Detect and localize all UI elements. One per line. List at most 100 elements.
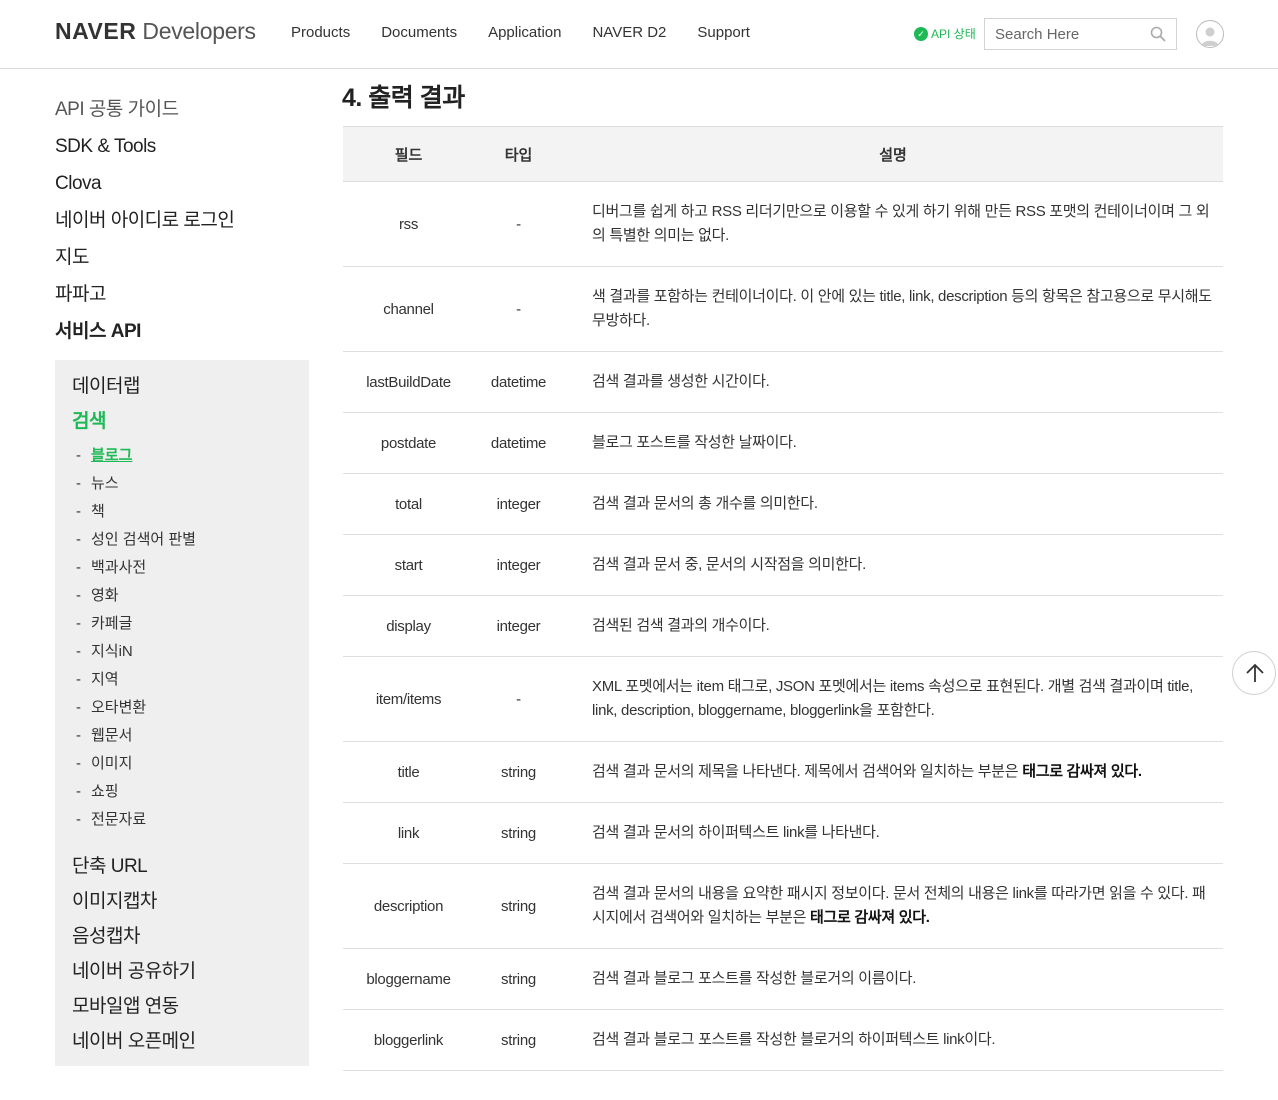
table-row: display integer 검색된 검색 결과의 개수이다. [343,595,1223,657]
service-api-submenu: 데이터랩 검색 - 블로그 - 뉴스 -책 - 성인 검색어 판별 - 백과사전 - 영화… [55,360,309,1066]
cell-type: string [474,802,563,864]
sidebar-item-voice-captcha[interactable]: 음성캡차 [72,921,140,948]
cell-field: bloggername [343,948,474,1010]
nav-documents[interactable]: Documents [381,24,457,41]
cell-type: string [474,863,563,949]
nav-naver-d2[interactable]: NAVER D2 [592,24,666,41]
nav-support[interactable]: Support [697,24,750,41]
table-row: channel - 색 결과를 포함하는 컨테이너이다. 이 안에 있는 tit… [343,266,1223,352]
cell-desc: 검색 결과 블로그 포스트를 작성한 블로거의 이름이다. [563,948,1223,1010]
cell-desc: 검색 결과 블로그 포스트를 작성한 블로거의 하이퍼텍스트 link이다. [563,1009,1223,1071]
sidebar-subitem-adult-check[interactable]: - 성인 검색어 판별 [76,528,196,549]
cell-desc: XML 포멧에서는 item 태그로, JSON 포멧에서는 items 속성으… [563,656,1223,742]
cell-type: integer [474,595,563,657]
cell-field: item/items [343,656,474,742]
cell-desc: 블로그 포스트를 작성한 날짜이다. [563,412,1223,474]
logo-brand: NAVER [55,18,137,44]
table-row: title string 검색 결과 문서의 제목을 나타낸다. 제목에서 검색… [343,741,1223,803]
desc-text: 블로그 포스트를 작성한 날짜이다. [592,434,797,451]
sidebar-item-papago[interactable]: 파파고 [55,281,309,318]
cell-type: - [474,181,563,267]
sidebar-subitem-label: 쇼핑 [91,783,119,800]
user-avatar-icon[interactable] [1196,20,1224,48]
table-row: bloggername string 검색 결과 블로그 포스트를 작성한 블로… [343,948,1223,1010]
sidebar-item-short-url[interactable]: 단축 URL [72,851,148,878]
table-row: rss - 디버그를 쉽게 하고 RSS 리더기만으로 이용할 수 있게 하기 … [343,181,1223,267]
column-header-field: 필드 [343,126,474,182]
sidebar-subitem-news[interactable]: - 뉴스 [76,472,119,493]
logo-sub: Developers [142,18,256,44]
sidebar-subitem-blog[interactable]: - 블로그 [76,444,132,465]
sidebar-subitem-movie[interactable]: - 영화 [76,584,119,605]
nav-application[interactable]: Application [488,24,561,41]
cell-type: string [474,1009,563,1071]
cell-field: start [343,534,474,596]
sidebar-item-sdk-tools[interactable]: SDK & Tools [55,133,309,170]
cell-field: title [343,741,474,803]
desc-text: 색 결과를 포함하는 컨테이너이다. 이 안에 있는 title, link, … [592,288,1212,329]
sidebar-item-search[interactable]: 검색 [72,406,106,433]
cell-field: channel [343,266,474,352]
main-nav: Products Documents Application NAVER D2 … [291,24,781,41]
section-title: 4. 출력 결과 [342,84,465,112]
sidebar: API 공통 가이드 SDK & Tools Clova 네이버 아이디로 로그… [55,96,309,1066]
table-row: start integer 검색 결과 문서 중, 문서의 시작점을 의미한다. [343,534,1223,596]
desc-text: 검색 결과를 생성한 시간이다. [592,373,770,390]
sidebar-item-clova[interactable]: Clova [55,170,309,207]
column-header-type: 타입 [474,126,563,182]
desc-text: 검색 결과 문서의 총 개수를 의미한다. [592,495,818,512]
output-table: 필드 타입 설명 rss - 디버그를 쉽게 하고 RSS 리더기만으로 이용할… [343,126,1223,1071]
api-status-link[interactable]: ✓ API 상태 [914,25,976,42]
scroll-to-top-button[interactable] [1232,651,1276,695]
sidebar-subitem-cafe[interactable]: - 카페글 [76,612,132,633]
table-row: postdate datetime 블로그 포스트를 작성한 날짜이다. [343,412,1223,474]
search-input[interactable] [995,24,1145,44]
cell-desc: 색 결과를 포함하는 컨테이너이다. 이 안에 있는 title, link, … [563,266,1223,352]
sidebar-subitem-kin[interactable]: - 지식iN [76,640,133,661]
sidebar-item-map[interactable]: 지도 [55,244,309,281]
sidebar-subitem-label: 전문자료 [91,811,147,828]
cell-type: string [474,948,563,1010]
sidebar-subitem-book[interactable]: -책 [76,500,105,521]
sidebar-subitem-web[interactable]: - 웹문서 [76,724,132,745]
sidebar-item-open-main[interactable]: 네이버 오픈메인 [72,1026,196,1053]
cell-type: integer [474,473,563,535]
cell-desc: 검색된 검색 결과의 개수이다. [563,595,1223,657]
sidebar-item-image-captcha[interactable]: 이미지캡차 [72,886,157,913]
sidebar-subitem-label: 이미지 [91,755,133,772]
cell-field: bloggerlink [343,1009,474,1071]
nav-products[interactable]: Products [291,24,350,41]
table-row: bloggerlink string 검색 결과 블로그 포스트를 작성한 블로… [343,1009,1223,1071]
sidebar-subitem-label: 지역 [91,671,119,688]
sidebar-item-service-api[interactable]: 서비스 API [55,318,309,355]
cell-type: string [474,741,563,803]
sidebar-subitem-encyclopedia[interactable]: - 백과사전 [76,556,146,577]
sidebar-item-mobile-app[interactable]: 모바일앱 연동 [72,991,179,1018]
cell-desc: 검색 결과 문서의 하이퍼텍스트 link를 나타낸다. [563,802,1223,864]
cell-desc: 검색 결과 문서의 총 개수를 의미한다. [563,473,1223,535]
desc-text: 검색 결과 문서의 하이퍼텍스트 link를 나타낸다. [592,824,880,841]
table-header-row: 필드 타입 설명 [343,126,1223,182]
table-row: link string 검색 결과 문서의 하이퍼텍스트 link를 나타낸다. [343,802,1223,864]
cell-type: datetime [474,412,563,474]
sidebar-subitem-doc[interactable]: - 전문자료 [76,808,146,829]
sidebar-subitem-local[interactable]: - 지역 [76,668,119,689]
sidebar-subitem-label: 카페글 [91,615,133,632]
desc-text: XML 포멧에서는 item 태그로, JSON 포멧에서는 items 속성으… [592,678,1194,719]
table-row: description string 검색 결과 문서의 내용을 요약한 패시지… [343,863,1223,949]
sidebar-subitem-image[interactable]: - 이미지 [76,752,132,773]
sidebar-subitem-label: 오타변환 [91,699,147,716]
sidebar-subitem-label: 영화 [91,587,119,604]
sidebar-subitem-shopping[interactable]: - 쇼핑 [76,780,119,801]
sidebar-item-datalab[interactable]: 데이터랩 [72,371,140,398]
sidebar-item-api-guide[interactable]: API 공통 가이드 [55,96,309,133]
cell-field: total [343,473,474,535]
sidebar-subitem-errata[interactable]: - 오타변환 [76,696,146,717]
naver-developers-logo[interactable]: NAVER Developers [55,18,256,45]
desc-text: 검색 결과 문서 중, 문서의 시작점을 의미한다. [592,556,866,573]
cell-field: link [343,802,474,864]
search-icon[interactable] [1150,26,1166,42]
check-circle-icon: ✓ [914,26,928,41]
sidebar-item-naver-login[interactable]: 네이버 아이디로 로그인 [55,207,309,244]
sidebar-item-naver-share[interactable]: 네이버 공유하기 [72,956,196,983]
